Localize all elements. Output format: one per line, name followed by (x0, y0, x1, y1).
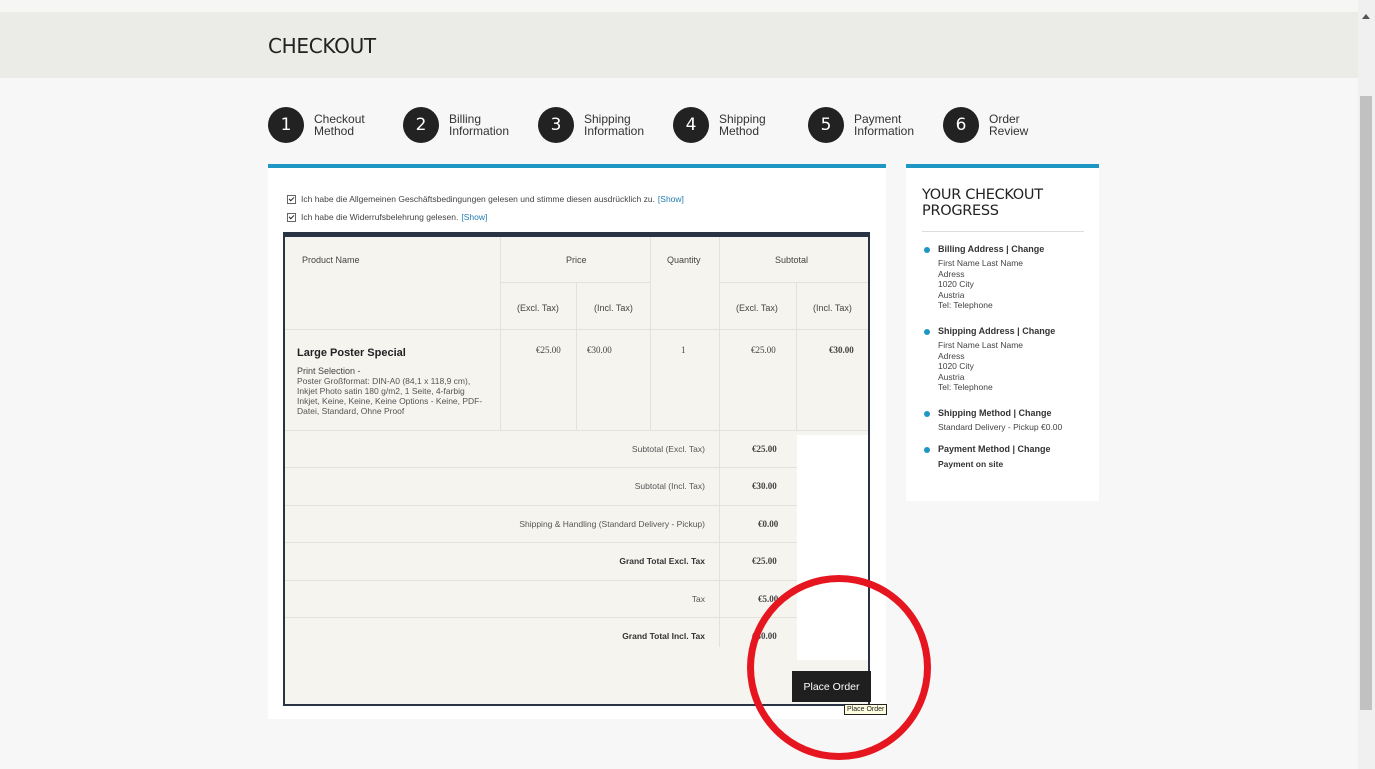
totals-value: €30.00 (752, 481, 777, 491)
totals-label: Tax (691, 594, 705, 604)
totals-label: Subtotal (Excl. Tax) (631, 444, 705, 454)
divider (500, 282, 650, 283)
step-label: Shipping Information (584, 112, 645, 138)
divider (719, 282, 868, 283)
header-subtotal-incl: (Incl. Tax) (813, 303, 852, 313)
product-option-label: Print Selection - (297, 366, 361, 376)
header-subtotal: Subtotal (775, 255, 809, 265)
page-header (0, 12, 1358, 78)
agreement-withdrawal-checkbox[interactable] (287, 212, 296, 222)
product-option-value: Poster Großformat: DIN-A0 (84,1 x 118,9 … (297, 376, 483, 416)
totals-gap (797, 435, 868, 660)
progress-details: Standard Delivery - Pickup €0.00 (938, 422, 1063, 432)
bullet-icon (924, 447, 930, 453)
divider (500, 237, 501, 430)
item-price-incl: €30.00 (587, 345, 612, 355)
progress-heading[interactable]: Shipping Address | Change (938, 326, 1055, 336)
divider (922, 231, 1084, 232)
header-subtotal-excl: (Excl. Tax) (736, 303, 778, 313)
sidebar-title: YOUR CHECKOUT PROGRESS (922, 187, 1043, 219)
order-review-panel: Ich habe die Allgemeinen Geschäftsbeding… (268, 164, 886, 719)
step-number: 1 (268, 107, 304, 143)
divider (285, 580, 797, 581)
place-order-button[interactable]: Place Order (792, 671, 871, 702)
step-label: Order Review (989, 112, 1029, 138)
bullet-icon (924, 247, 930, 253)
step-number: 5 (808, 107, 844, 143)
divider (719, 237, 720, 647)
step-number: 6 (943, 107, 979, 143)
order-review-table: Product Name Price Quantity Subtotal (Ex… (283, 232, 870, 706)
step-label: Shipping Method (719, 112, 766, 138)
totals-label: Grand Total Excl. Tax (619, 556, 705, 566)
header-price-excl: (Excl. Tax) (517, 303, 559, 313)
divider (285, 430, 868, 431)
checkout-progress-sidebar: YOUR CHECKOUT PROGRESS Billing Address |… (906, 164, 1099, 501)
header-product-name: Product Name (302, 255, 360, 265)
item-quantity: 1 (681, 345, 686, 355)
totals-label: Subtotal (Incl. Tax) (634, 481, 705, 491)
progress-details: Payment on site (938, 459, 1004, 469)
progress-heading[interactable]: Billing Address | Change (938, 244, 1044, 254)
bullet-icon (924, 329, 930, 335)
divider (796, 282, 797, 430)
header-price: Price (566, 255, 587, 265)
totals-label: Shipping & Handling (Standard Delivery -… (519, 519, 705, 529)
page-title: CHECKOUT (268, 34, 376, 58)
item-subtotal-excl: €25.00 (751, 345, 776, 355)
divider (285, 617, 797, 618)
bullet-icon (924, 411, 930, 417)
totals-label: Grand Total Incl. Tax (622, 631, 705, 641)
agreement-withdrawal-text: Ich habe die Widerrufsbelehrung gelesen. (301, 212, 459, 222)
totals-value: €0.00 (758, 519, 779, 529)
agreement-terms-show-link[interactable]: [Show] (658, 194, 684, 204)
divider (650, 237, 651, 430)
place-order-tooltip: Place Order (844, 704, 888, 715)
agreement-terms-text: Ich habe die Allgemeinen Geschäftsbeding… (301, 194, 655, 204)
header-quantity: Quantity (667, 255, 701, 265)
totals-value: €5.00 (758, 594, 779, 604)
agreement-withdrawal: Ich habe die Widerrufsbelehrung gelesen.… (287, 212, 487, 222)
agreement-terms: Ich habe die Allgemeinen Geschäftsbeding… (287, 194, 684, 204)
step-label: Payment Information (854, 112, 915, 138)
step-number: 2 (403, 107, 439, 143)
scroll-up-icon[interactable] (1362, 14, 1370, 19)
divider (285, 467, 797, 468)
item-subtotal-incl: €30.00 (829, 345, 854, 355)
divider (285, 542, 797, 543)
divider (576, 282, 577, 430)
totals-value: €25.00 (752, 556, 777, 566)
item-price-excl: €25.00 (536, 345, 561, 355)
agreement-withdrawal-show-link[interactable]: [Show] (461, 212, 487, 222)
progress-details: First Name Last Name Adress 1020 City Au… (938, 340, 1024, 392)
progress-heading[interactable]: Payment Method | Change (938, 444, 1051, 454)
step-number: 4 (673, 107, 709, 143)
product-name: Large Poster Special (297, 347, 406, 359)
step-label: Checkout Method (314, 112, 365, 138)
page-scrollbar[interactable] (1358, 0, 1375, 769)
progress-details: First Name Last Name Adress 1020 City Au… (938, 258, 1024, 310)
agreement-terms-checkbox[interactable] (287, 194, 296, 204)
step-label: Billing Information (449, 112, 510, 138)
totals-value: €30.00 (752, 631, 777, 641)
progress-heading[interactable]: Shipping Method | Change (938, 408, 1052, 418)
header-price-incl: (Incl. Tax) (594, 303, 633, 313)
step-number: 3 (538, 107, 574, 143)
scrollbar-thumb[interactable] (1360, 96, 1372, 710)
totals-value: €25.00 (752, 444, 777, 454)
divider (285, 505, 797, 506)
